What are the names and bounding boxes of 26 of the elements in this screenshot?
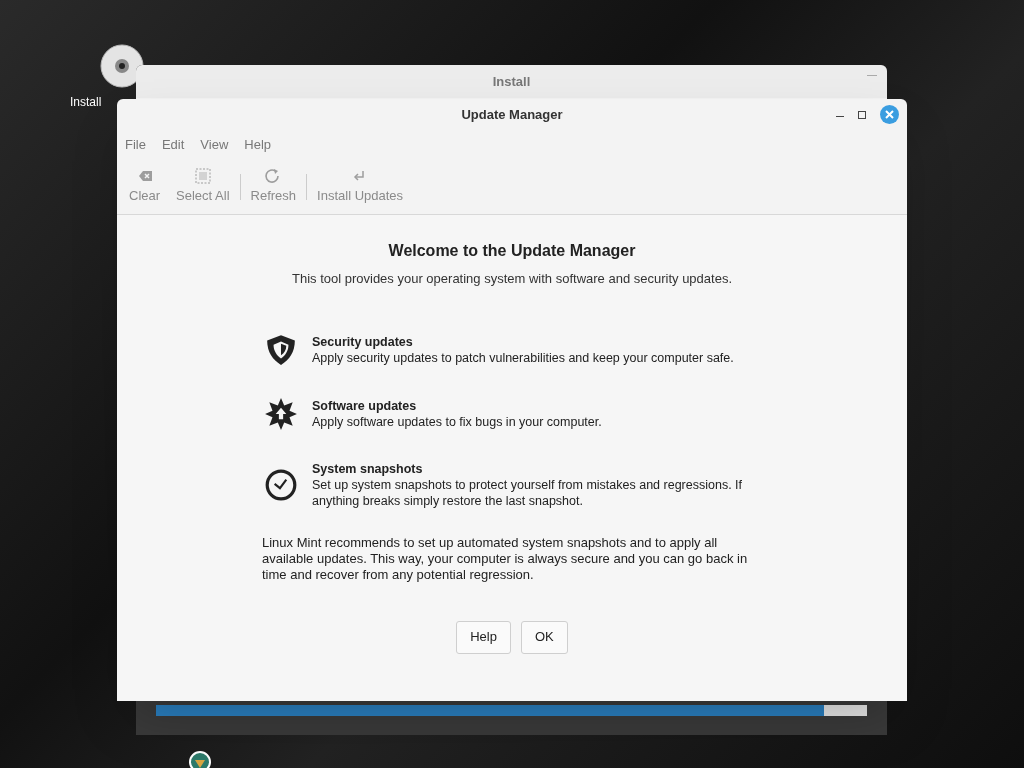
feature-description: Set up system snapshots to protect yourself from mistakes and regressions. If anything breaks simply restore the last snapshot. xyxy=(312,476,744,509)
subtitle: This tool provides your operating system with software and security updates. xyxy=(291,270,732,288)
feature-title: Software updates xyxy=(312,397,418,414)
window-title: Update Manager xyxy=(461,106,563,125)
menu-item[interactable]: Help xyxy=(244,135,272,155)
close-icon xyxy=(885,110,894,119)
clock-icon xyxy=(264,467,298,502)
dashed-square-icon xyxy=(193,167,212,184)
app-icon[interactable] xyxy=(189,751,211,768)
desktop-icon-label[interactable]: Install xyxy=(70,93,102,111)
close-button[interactable] xyxy=(880,105,899,124)
badge-arrow-icon xyxy=(264,396,298,431)
menu-item[interactable]: View xyxy=(200,135,229,155)
heading: Welcome to the Update Manager xyxy=(388,241,636,261)
feature-title: System snapshots xyxy=(312,460,424,477)
shield-icon xyxy=(264,332,298,367)
feature-description: Apply security updates to patch vulnerabilities and keep your computer safe. xyxy=(312,349,735,366)
dialog-button[interactable]: Help xyxy=(456,620,511,654)
dialog-button[interactable]: OK xyxy=(520,620,568,654)
recommendation-text: Linux Mint recommends to set up automated system snapshots and to apply all available updates. This way, your computer is always secure and you can go back in time and recover from any potential regression. xyxy=(262,534,749,583)
maximize-button[interactable] xyxy=(858,110,866,119)
menu-item[interactable]: Edit xyxy=(161,135,185,155)
feature-description: Apply software updates to fix bugs in your computer. xyxy=(312,413,603,430)
feature-title: Security updates xyxy=(312,333,414,350)
window-title: Install xyxy=(492,72,531,91)
menu-item[interactable]: File xyxy=(125,135,146,155)
